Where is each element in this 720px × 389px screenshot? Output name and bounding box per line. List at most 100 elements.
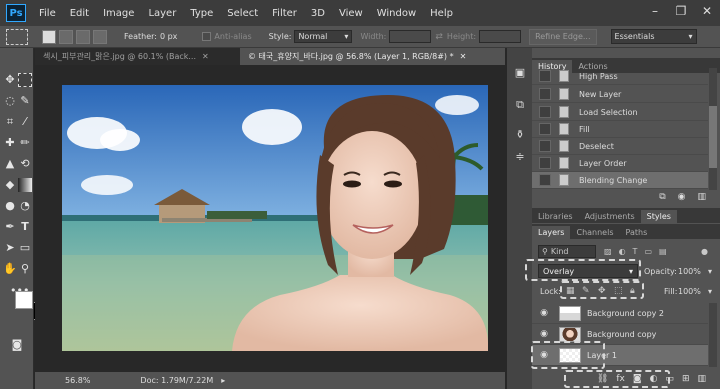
menu-help[interactable]: Help: [423, 8, 460, 19]
stamp-tool-icon[interactable]: ▲: [3, 157, 17, 171]
close-icon[interactable]: ✕: [460, 52, 467, 61]
quick-select-tool-icon[interactable]: ✎: [18, 94, 32, 108]
eraser-tool-icon[interactable]: ◆: [3, 178, 17, 192]
add-selection-button[interactable]: [59, 29, 73, 44]
swap-icon[interactable]: ⇄: [435, 32, 443, 42]
minimize-button[interactable]: –: [646, 4, 664, 18]
opacity-value[interactable]: 100%: [678, 267, 701, 276]
tab-layers[interactable]: Layers: [532, 226, 571, 239]
tab-paths[interactable]: Paths: [620, 226, 654, 239]
width-input[interactable]: [389, 30, 432, 43]
menu-view[interactable]: View: [332, 8, 370, 19]
intersect-selection-button[interactable]: [93, 29, 107, 44]
eyedropper-tool-icon[interactable]: ⁄: [18, 115, 32, 129]
kind-filter-select[interactable]: ⚲ Kind: [538, 244, 596, 258]
snapshot-camera-icon[interactable]: ◉: [678, 192, 686, 202]
history-source-checkbox[interactable]: [539, 70, 551, 82]
menu-3d[interactable]: 3D: [304, 8, 332, 19]
dodge-tool-icon[interactable]: ◔: [18, 199, 32, 213]
doc-tab-2[interactable]: © 태국_휴양지_바다.jpg @ 56.8% (Layer 1, RGB/8#…: [240, 48, 505, 65]
new-selection-button[interactable]: [42, 29, 56, 44]
history-source-checkbox[interactable]: [539, 106, 551, 118]
subtract-selection-button[interactable]: [76, 29, 90, 44]
menu-image[interactable]: Image: [96, 8, 141, 19]
doc-tab-1[interactable]: 섹시_피부관리_맑은.jpg @ 60.1% (Back... ✕: [35, 48, 240, 65]
marquee-tool-icon[interactable]: [18, 73, 32, 87]
history-brush-icon[interactable]: ⟲: [18, 157, 32, 171]
tab-adjustments[interactable]: Adjustments: [579, 210, 641, 223]
adjustment-filter-icon[interactable]: ◐: [619, 247, 626, 256]
menu-type[interactable]: Type: [183, 8, 220, 19]
antialias-checkbox[interactable]: [202, 32, 212, 41]
type-tool-icon[interactable]: T: [18, 220, 32, 234]
history-source-checkbox[interactable]: [539, 174, 551, 186]
fill-value[interactable]: 100%: [678, 287, 701, 296]
type-filter-icon[interactable]: T: [633, 247, 638, 256]
smart-object-filter-icon[interactable]: ▤: [659, 247, 667, 256]
chevron-right-icon[interactable]: ▸: [221, 376, 225, 385]
brush-panel-icon[interactable]: ⚱: [513, 128, 527, 142]
move-tool-icon[interactable]: ✥: [3, 73, 17, 87]
canvas-image[interactable]: [62, 85, 488, 351]
visibility-eye-icon[interactable]: ◉: [537, 329, 551, 339]
history-source-checkbox[interactable]: [539, 123, 551, 135]
refine-edge-button[interactable]: Refine Edge...: [529, 28, 597, 45]
menu-edit[interactable]: Edit: [63, 8, 96, 19]
trash-icon[interactable]: ▥: [697, 374, 706, 384]
history-item[interactable]: High Pass: [532, 68, 708, 85]
history-scrollbar[interactable]: [709, 68, 717, 190]
chevron-down-icon[interactable]: ▾: [708, 287, 712, 296]
menu-window[interactable]: Window: [370, 8, 423, 19]
tab-channels[interactable]: Channels: [570, 226, 619, 239]
style-select[interactable]: Normal ▾: [294, 30, 353, 43]
healing-brush-icon[interactable]: ✚: [3, 136, 17, 150]
blur-tool-icon[interactable]: ●: [3, 199, 17, 213]
rectangle-tool-icon[interactable]: ▭: [18, 241, 32, 255]
layer-row[interactable]: ◉ Background copy 2: [532, 303, 708, 324]
history-item[interactable]: New Layer: [532, 86, 708, 103]
menu-select[interactable]: Select: [220, 8, 265, 19]
restore-button[interactable]: ❐: [672, 4, 690, 18]
history-item[interactable]: Layer Order: [532, 155, 708, 172]
history-source-checkbox[interactable]: [539, 140, 551, 152]
new-document-from-state-icon[interactable]: ⧉: [659, 192, 665, 202]
quick-mask-icon[interactable]: ◙: [10, 338, 24, 352]
layers-scrollbar[interactable]: [709, 303, 717, 367]
layer-name[interactable]: Background copy: [587, 330, 656, 339]
layer-name[interactable]: Background copy 2: [587, 309, 664, 318]
marquee-preset-icon[interactable]: [6, 28, 28, 45]
gradient-tool-icon[interactable]: [18, 178, 32, 192]
history-source-checkbox[interactable]: [539, 157, 551, 169]
height-input[interactable]: [479, 30, 522, 43]
filter-toggle-icon[interactable]: ●: [701, 247, 708, 256]
chevron-down-icon[interactable]: ▾: [708, 267, 712, 276]
crop-tool-icon[interactable]: ⌗: [3, 115, 17, 129]
visibility-eye-icon[interactable]: ◉: [537, 308, 551, 318]
history-item[interactable]: Load Selection: [532, 104, 708, 121]
properties-panel-icon[interactable]: ⧉: [513, 98, 527, 112]
zoom-level[interactable]: 56.8%: [65, 376, 90, 385]
pen-tool-icon[interactable]: ✒: [3, 220, 17, 234]
scroll-thumb[interactable]: [709, 106, 717, 168]
adjustments-panel-icon[interactable]: ≑: [513, 150, 527, 164]
brush-tool-icon[interactable]: ✏: [18, 136, 32, 150]
close-icon[interactable]: ✕: [202, 52, 209, 61]
menu-filter[interactable]: Filter: [265, 8, 304, 19]
pixel-filter-icon[interactable]: ▨: [604, 247, 612, 256]
history-item[interactable]: Deselect: [532, 138, 708, 155]
menu-layer[interactable]: Layer: [141, 8, 183, 19]
zoom-tool-icon[interactable]: ⚲: [18, 262, 32, 276]
tab-libraries[interactable]: Libraries: [532, 210, 579, 223]
history-item[interactable]: Fill: [532, 121, 708, 138]
trash-icon[interactable]: ▥: [697, 192, 706, 202]
new-layer-icon[interactable]: ⊞: [682, 374, 690, 384]
history-panel-icon[interactable]: ▣: [513, 66, 527, 80]
menu-file[interactable]: File: [32, 8, 63, 19]
shape-filter-icon[interactable]: ▭: [644, 247, 652, 256]
foreground-color-swatch[interactable]: [15, 291, 33, 309]
lasso-tool-icon[interactable]: ◌: [3, 94, 17, 108]
feather-value[interactable]: 0 px: [160, 32, 177, 41]
tab-styles[interactable]: Styles: [640, 210, 677, 223]
close-button[interactable]: ✕: [698, 4, 716, 18]
workspace-select[interactable]: Essentials ▾: [610, 29, 697, 44]
